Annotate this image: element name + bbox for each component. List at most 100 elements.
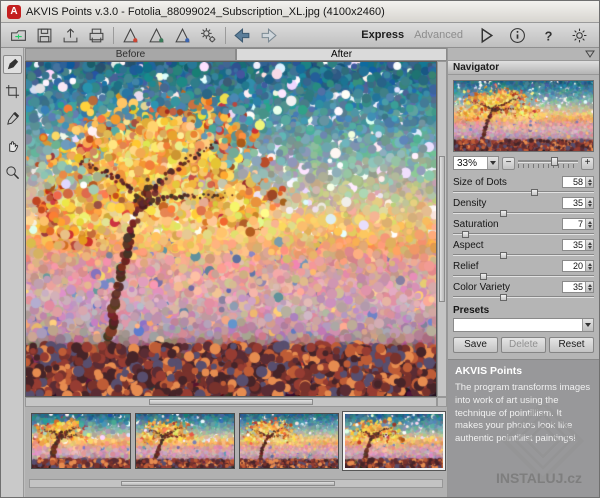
param-value-input[interactable]: 20 <box>562 260 594 272</box>
param-slider[interactable] <box>453 231 594 238</box>
image-canvas-area <box>25 61 447 407</box>
preferences-button[interactable] <box>567 25 592 46</box>
share-icon <box>62 27 79 44</box>
param-label: Size of Dots <box>453 177 507 188</box>
main-toolbar: Express Advanced ? <box>1 23 599 48</box>
presets-dropdown-button[interactable] <box>582 319 593 331</box>
presets-combo[interactable] <box>453 318 594 332</box>
param-slider-thumb[interactable] <box>462 231 469 238</box>
undo-arrow-icon <box>233 27 252 44</box>
zoom-combo[interactable]: 33% <box>453 156 499 170</box>
variation-thumbnail-2[interactable] <box>135 413 235 469</box>
tool-panel <box>1 48 24 497</box>
navigator-header[interactable]: Navigator <box>448 60 599 75</box>
chevron-down-icon <box>490 161 496 165</box>
vertical-scrollbar-thumb[interactable] <box>439 156 445 303</box>
param-value-input[interactable]: 35 <box>562 281 594 293</box>
zoom-tool[interactable] <box>3 163 22 182</box>
mode-express[interactable]: Express <box>361 29 404 41</box>
scrollbar-corner <box>437 397 447 407</box>
param-label: Aspect <box>453 240 484 251</box>
toolbar-separator <box>113 27 114 44</box>
spinner-buttons[interactable] <box>585 177 593 187</box>
zoom-dropdown-button[interactable] <box>487 157 498 169</box>
post-a1-button[interactable] <box>118 25 143 46</box>
spinner-buttons[interactable] <box>585 198 593 208</box>
chevron-down-icon <box>585 323 591 327</box>
zoom-out-button[interactable]: − <box>502 157 515 170</box>
eyedropper-tool[interactable] <box>3 109 22 128</box>
param-slider-thumb[interactable] <box>500 210 507 217</box>
save-icon <box>36 27 53 44</box>
zoom-slider-thumb[interactable] <box>551 157 558 166</box>
collapse-panel-icon[interactable] <box>585 50 595 58</box>
variation-thumbnail-3[interactable] <box>239 413 339 469</box>
play-icon <box>477 26 496 45</box>
view-tabs: Before After <box>25 48 447 61</box>
hand-tool[interactable] <box>3 136 22 155</box>
window-title: AKVIS Points v.3.0 - Fotolia_88099024_Su… <box>26 6 385 18</box>
spinner-buttons[interactable] <box>585 240 593 250</box>
post-a3-button[interactable] <box>170 25 195 46</box>
mode-switch: Express Advanced <box>361 29 463 41</box>
param-label: Color Variety <box>453 282 510 293</box>
print-button[interactable] <box>84 25 109 46</box>
navigator-preview[interactable] <box>453 80 594 152</box>
param-slider-thumb[interactable] <box>480 273 487 280</box>
result-image[interactable] <box>25 61 437 397</box>
redo-button[interactable] <box>256 25 281 46</box>
save-button[interactable] <box>32 25 57 46</box>
run-button[interactable] <box>474 25 499 46</box>
param-slider[interactable] <box>453 210 594 217</box>
param-label: Saturation <box>453 219 499 230</box>
filmstrip-scrollbar[interactable] <box>29 479 443 488</box>
reset-button[interactable]: Reset <box>549 337 594 353</box>
param-slider[interactable] <box>453 273 594 280</box>
param-slider-thumb[interactable] <box>531 189 538 196</box>
redo-arrow-icon <box>259 27 278 44</box>
param-value-input[interactable]: 58 <box>562 176 594 188</box>
horizontal-scrollbar-thumb[interactable] <box>149 399 313 405</box>
canvas-horizontal-scrollbar[interactable] <box>25 397 437 407</box>
help-button[interactable]: ? <box>536 25 561 46</box>
gears-icon <box>200 27 217 44</box>
zoom-controls: 33% − + <box>448 155 599 173</box>
svg-text:?: ? <box>545 28 553 43</box>
post-a2-button[interactable] <box>144 25 169 46</box>
variation-thumbnail-4-selected[interactable] <box>343 412 445 470</box>
tab-before[interactable]: Before <box>25 48 236 61</box>
about-button[interactable] <box>505 25 530 46</box>
param-slider[interactable] <box>453 189 594 196</box>
batch-tools-button[interactable] <box>196 25 221 46</box>
param-slider-thumb[interactable] <box>500 294 507 301</box>
open-button[interactable] <box>6 25 31 46</box>
share-button[interactable] <box>58 25 83 46</box>
pen-icon <box>5 57 20 72</box>
undo-button[interactable] <box>230 25 255 46</box>
zoom-slider[interactable] <box>518 156 578 170</box>
spinner-buttons[interactable] <box>585 261 593 271</box>
param-value-input[interactable]: 35 <box>562 197 594 209</box>
param-slider[interactable] <box>453 252 594 259</box>
brush-tool[interactable] <box>3 55 22 74</box>
variation-thumbnail-1[interactable] <box>31 413 131 469</box>
param-value-input[interactable]: 7 <box>562 218 594 230</box>
spinner-buttons[interactable] <box>585 219 593 229</box>
settings-panel: Navigator 33% − + Size of Dots 58 <box>447 48 599 497</box>
param-row-color-variety: Color Variety 35 <box>453 281 594 301</box>
param-value-input[interactable]: 35 <box>562 239 594 251</box>
canvas-vertical-scrollbar[interactable] <box>437 61 447 397</box>
info-icon <box>509 27 526 44</box>
mode-advanced[interactable]: Advanced <box>414 29 463 41</box>
app-window: A AKVIS Points v.3.0 - Fotolia_88099024_… <box>0 0 600 498</box>
spinner-buttons[interactable] <box>585 282 593 292</box>
param-slider-thumb[interactable] <box>500 252 507 259</box>
crop-tool[interactable] <box>3 82 22 101</box>
filmstrip-scrollbar-thumb[interactable] <box>121 481 335 486</box>
tab-after[interactable]: After <box>236 48 447 61</box>
param-row-density: Density 35 <box>453 197 594 217</box>
zoom-in-button[interactable]: + <box>581 157 594 170</box>
save-preset-button[interactable]: Save <box>453 337 498 353</box>
delete-preset-button[interactable]: Delete <box>501 337 546 353</box>
param-slider[interactable] <box>453 294 594 301</box>
